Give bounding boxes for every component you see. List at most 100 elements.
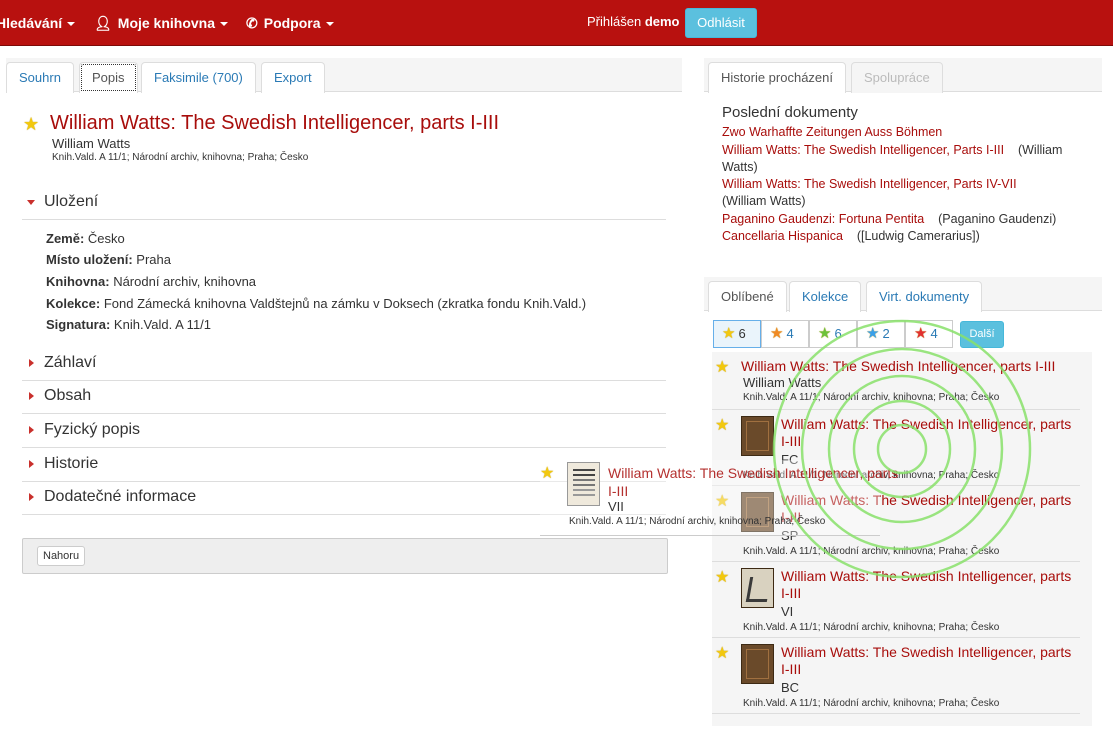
record-author: William Watts [52,136,131,151]
red-star-icon: ★ [914,325,928,342]
favorite-meta: Knih.Vald. A 11/1; Národní archiv, kniho… [743,698,1000,709]
tab-popis[interactable]: Popis [79,62,138,93]
tab-souhrn[interactable]: Souhrn [6,62,74,93]
section-label: Záhlaví [44,354,97,371]
favorite-star-icon: ★ [540,465,555,482]
recent-item: Paganino Gaudenzi: Fortuna Pentita (Paga… [722,211,1082,228]
collapsed-triangle-icon [29,392,34,400]
section-label: Uložení [44,193,99,210]
nav-search-label: Hledávání [0,15,63,31]
list-item[interactable]: ★ William Watts: The Swedish Intelligenc… [712,562,1080,638]
filter-green-star[interactable]: ★ 6 [809,320,857,348]
favorite-title-link[interactable]: William Watts: The Swedish Intelligencer… [781,416,1077,450]
drag-ghost-subtitle: VII [608,499,624,514]
book-thumbnail[interactable] [741,568,774,608]
recent-item: Zwo Warhaffte Zeitungen Auss Böhmen [722,124,1082,141]
star-count: 4 [786,326,794,341]
favorite-subtitle: William Watts [743,375,822,390]
section-obsah[interactable]: Obsah [22,380,666,414]
drag-ghost-item[interactable]: ★ William Watts: The Swedish Intelligenc… [540,460,898,536]
logout-button[interactable]: Odhlásit [685,8,757,38]
yellow-star-icon: ★ [722,325,736,342]
detail-value: Knih.Vald. A 11/1 [113,317,212,332]
collapsed-triangle-icon [29,359,34,367]
nav-support-menu[interactable]: ✆ Podpora [246,0,334,46]
back-to-top-button[interactable]: Nahoru [37,546,86,566]
list-item[interactable]: ★ William Watts: The Swedish Intelligenc… [712,352,1080,410]
section-zahlavi[interactable]: Záhlaví [22,347,666,381]
detail-value: Národní archiv, knihovna [113,274,257,289]
favorite-meta: Knih.Vald. A 11/1; Národní archiv, kniho… [743,546,1000,557]
more-button[interactable]: Další [960,321,1004,348]
favorite-title-link[interactable]: William Watts: The Swedish Intelligencer… [781,568,1077,602]
favorite-meta: Knih.Vald. A 11/1; Národní archiv, kniho… [743,622,1000,633]
recent-item: William Watts: The Swedish Intelligencer… [722,176,1082,210]
favorite-star-icon[interactable]: ★ [715,567,729,587]
section-label: Historie [44,455,99,472]
book-thumbnail[interactable] [741,644,774,684]
section-label: Fyzický popis [44,421,141,438]
chevron-down-icon [325,22,334,27]
favorite-star-icon[interactable]: ★ [715,357,729,377]
user-icon: 👤︎ [94,15,112,31]
favorite-star-icon[interactable]: ★ [715,415,729,435]
tab-oblibene[interactable]: Oblíbené [708,281,787,312]
orange-star-icon: ★ [770,325,784,342]
detail-label: Signatura: [46,317,111,332]
section-label: Dodatečné informace [44,488,197,505]
recent-link[interactable]: Cancellaria Hispanica [722,229,843,243]
star-count: 6 [834,326,842,341]
logged-in-label: Přihlášen demo [587,0,680,46]
detail-row: Země: Česko [46,231,125,246]
expanded-triangle-icon [27,200,35,205]
favorites-list: ★ William Watts: The Swedish Intelligenc… [712,352,1092,726]
tab-virt-dokumenty[interactable]: Virt. dokumenty [866,281,983,312]
book-thumbnail[interactable] [741,416,774,456]
favorite-star-icon[interactable]: ★ [23,114,39,135]
favorite-title-link[interactable]: William Watts: The Swedish Intelligencer… [741,358,1055,375]
recent-link[interactable]: Paganino Gaudenzi: Fortuna Pentita [722,212,924,226]
detail-label: Místo uložení: [46,252,133,267]
filter-orange-star[interactable]: ★ 4 [761,320,809,348]
left-tabbar: Souhrn Popis Faksimile (700) Export [6,58,682,93]
detail-value: Fond Zámecká knihovna Valdštejnů na zámk… [103,296,587,311]
drag-ghost-title: William Watts: The Swedish Intelligencer… [608,465,899,499]
tab-historie-prochazeni[interactable]: Historie procházení [708,62,846,93]
collapsed-triangle-icon [29,493,34,501]
tab-spoluprace[interactable]: Spolupráce [851,62,943,93]
nav-library-label: Moje knihovna [117,15,216,31]
list-item[interactable]: ★ William Watts: The Swedish Intelligenc… [712,638,1080,714]
logged-in-prefix: Přihlášen [587,14,642,29]
recent-docs-list: Zwo Warhaffte Zeitungen Auss Böhmen Will… [722,124,1082,245]
filter-red-star[interactable]: ★ 4 [905,320,953,348]
favorite-title-link[interactable]: William Watts: The Swedish Intelligencer… [781,644,1077,678]
filter-blue-star[interactable]: ★ 2 [857,320,905,348]
favorite-meta: Knih.Vald. A 11/1; Národní archiv, kniho… [743,392,1000,403]
recent-link[interactable]: Zwo Warhaffte Zeitungen Auss Böhmen [722,125,942,139]
star-count: 6 [738,326,746,341]
username: demo [644,14,680,29]
recent-author: (Paganino Gaudenzi) [938,212,1057,226]
recent-link[interactable]: William Watts: The Swedish Intelligencer… [722,177,1017,191]
nav-search-menu[interactable]: Hledávání [0,0,76,46]
top-navbar: Hledávání 👤︎ Moje knihovna ✆ Podpora Přihl… [0,0,1113,46]
favorite-star-icon[interactable]: ★ [715,643,729,663]
nav-support-label: Podpora [263,15,321,31]
detail-value: Praha [136,252,171,267]
nav-library-menu[interactable]: 👤︎ Moje knihovna [94,0,229,46]
recent-link[interactable]: William Watts: The Swedish Intelligencer… [722,143,1004,157]
blue-star-icon: ★ [866,325,880,342]
recent-docs-title: Poslední dokumenty [722,104,858,121]
collapsed-triangle-icon [29,460,34,468]
tab-export[interactable]: Export [261,62,325,93]
tab-kolekce[interactable]: Kolekce [789,281,862,312]
detail-row: Signatura: Knih.Vald. A 11/1 [46,317,211,332]
recent-author: ([Ludwig Camerarius]) [856,229,980,243]
tab-faksimile[interactable]: Faksimile (700) [141,62,256,93]
book-thumbnail [567,462,600,506]
record-title: William Watts: The Swedish Intelligencer… [50,112,500,134]
favorite-subtitle: VI [781,604,794,619]
filter-yellow-star[interactable]: ★ 6 [713,320,761,348]
section-fyzicky-popis[interactable]: Fyzický popis [22,414,666,448]
section-ulozeni[interactable]: Uložení [22,186,666,220]
